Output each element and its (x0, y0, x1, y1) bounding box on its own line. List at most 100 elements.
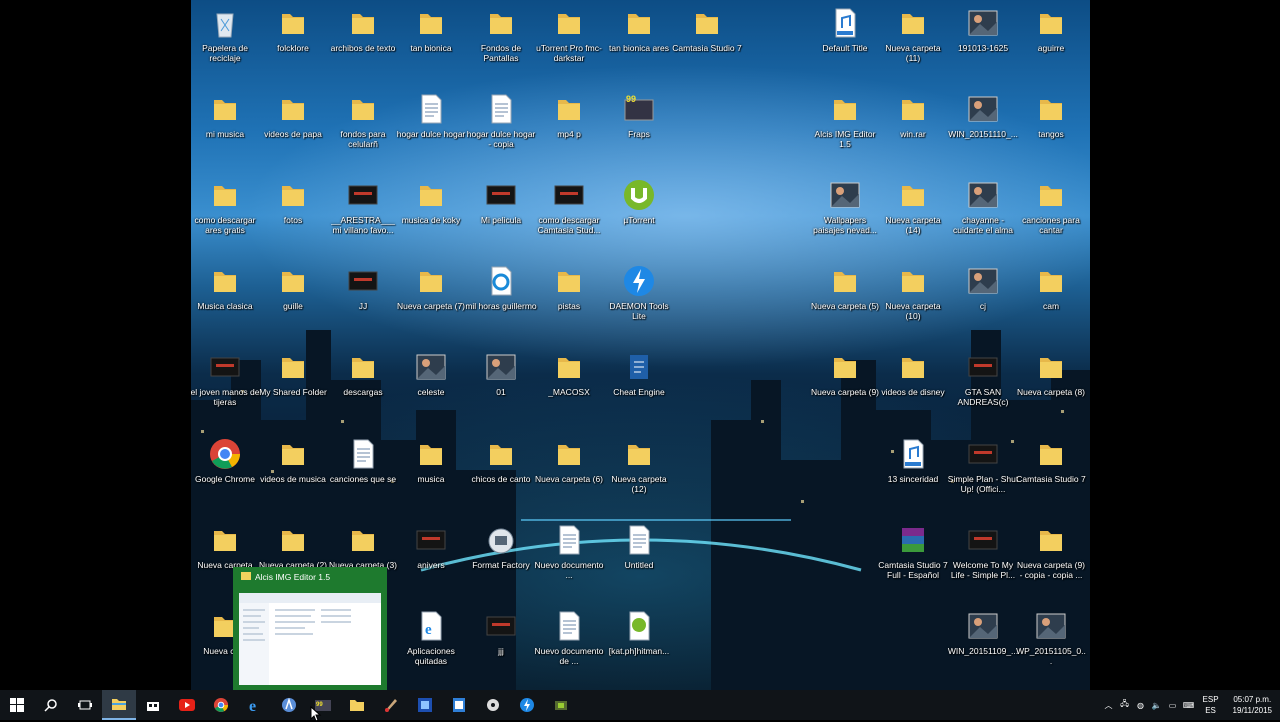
desktop-icon[interactable]: Camtasia Studio 7 Full - Español (875, 523, 951, 580)
desktop-icon[interactable]: mil horas guillermo (463, 264, 539, 311)
desktop-icon[interactable]: Nueva carpeta (8) (1013, 350, 1089, 397)
desktop-icon[interactable]: _MACOSX (531, 350, 607, 397)
globe-icon[interactable]: ◍ (1133, 690, 1149, 720)
desktop-icon[interactable]: Nuevo documento de ... (531, 609, 607, 666)
desktop-icon[interactable]: canciones para cantar (1013, 178, 1089, 235)
taskbar-edge-button[interactable]: e (238, 690, 272, 720)
desktop-icon[interactable]: Nueva carpeta (11) (875, 6, 951, 63)
taskbar-thumbnail-preview[interactable]: Alcis IMG Editor 1.5 (233, 567, 387, 691)
desktop-icon[interactable]: el joven manos de tijeras (191, 350, 263, 407)
taskbar-youtube-button[interactable] (170, 690, 204, 720)
desktop-icon[interactable]: Papelera de reciclaje (191, 6, 263, 63)
desktop-icon[interactable]: tan bionica (393, 6, 469, 53)
desktop-icon[interactable]: Untitled (601, 523, 677, 570)
desktop-icon[interactable]: Nueva carpeta (14) (875, 178, 951, 235)
desktop-icon[interactable]: Camtasia Studio 7 (1013, 437, 1089, 484)
desktop-icon[interactable]: videos de papa (255, 92, 331, 139)
desktop-icon[interactable]: guille (255, 264, 331, 311)
desktop-icon[interactable]: tan bionica ares (601, 6, 677, 53)
taskbar-daemon-tools-button[interactable] (510, 690, 544, 720)
desktop-icon[interactable]: archibos de texto (325, 6, 401, 53)
desktop-icon[interactable]: tangos (1013, 92, 1089, 139)
desktop-icon[interactable]: Cheat Engine (601, 350, 677, 397)
taskbar-chrome-button[interactable] (204, 690, 238, 720)
desktop-icon[interactable]: Mi pelicula (463, 178, 539, 225)
desktop-icon[interactable]: Nueva carpeta (6) (531, 437, 607, 484)
desktop-icon[interactable]: [kat.ph]hitman... (601, 609, 677, 656)
desktop-icon[interactable]: 13 sinceridad (875, 437, 951, 484)
desktop-icon[interactable]: Nueva carpeta (9) (807, 350, 883, 397)
clock[interactable]: 05:07 p.m. 19/11/2015 (1225, 694, 1280, 716)
desktop-icon[interactable]: Nueva carpeta (7) (393, 264, 469, 311)
desktop-icon[interactable]: 99 Fraps (601, 92, 677, 139)
desktop-icon[interactable]: WP_20151105_0... (1013, 609, 1089, 666)
desktop-icon[interactable]: musica (393, 437, 469, 484)
desktop-icon[interactable]: musica de koky (393, 178, 469, 225)
taskbar-task-view-button[interactable] (68, 690, 102, 720)
taskbar-windows-start-button[interactable] (0, 690, 34, 720)
taskbar-ares-button[interactable] (272, 690, 306, 720)
desktop-icon[interactable]: pistas (531, 264, 607, 311)
desktop-icon[interactable]: aguirre (1013, 6, 1089, 53)
action-center-icon[interactable]: ▭ (1165, 690, 1181, 720)
desktop-icon[interactable]: folcklore (255, 6, 331, 53)
desktop-icon[interactable]: Nuevo documento ... (531, 523, 607, 580)
desktop-icon[interactable]: Nueva carpeta (5) (807, 264, 883, 311)
desktop-icon[interactable]: anivers (393, 523, 469, 570)
desktop-icon[interactable]: Nueva carpeta (3) (325, 523, 401, 570)
desktop-icon[interactable]: canciones que se (325, 437, 401, 484)
desktop-icon[interactable]: Camtasia Studio 7 (669, 6, 745, 53)
desktop-icon[interactable]: fotos (255, 178, 331, 225)
desktop-icon[interactable]: mi musica (191, 92, 263, 139)
desktop-icon[interactable]: WIN_20151110_... (945, 92, 1021, 139)
desktop-icon[interactable]: WIN_20151109_... (945, 609, 1021, 656)
taskbar-file-explorer-button[interactable] (102, 690, 136, 720)
desktop-icon[interactable]: win.rar (875, 92, 951, 139)
desktop-icon[interactable]: Welcome To My Life - Simple Pl... (945, 523, 1021, 580)
desktop-icon[interactable]: hogar dulce hogar - copia (463, 92, 539, 149)
desktop-icon[interactable]: cam (1013, 264, 1089, 311)
desktop-icon[interactable]: Nueva carpeta (12) (601, 437, 677, 494)
desktop-icon[interactable]: 191013-1625 (945, 6, 1021, 53)
desktop-icon[interactable]: Wallpapers paisajes nevad... (807, 178, 883, 235)
desktop-icon[interactable]: My Shared Folder (255, 350, 331, 397)
desktop-icon[interactable]: Nueva carpeta (10) (875, 264, 951, 321)
desktop-icon[interactable]: videos de musica (255, 437, 331, 484)
desktop-icon[interactable]: como descargar Camtasia Stud... (531, 178, 607, 235)
desktop-icon[interactable]: Nueva carpeta (191, 523, 263, 570)
desktop-icon[interactable]: Google Chrome (191, 437, 263, 484)
speaker-icon[interactable]: 🔈 (1149, 690, 1165, 720)
desktop-icon[interactable]: descargas (325, 350, 401, 397)
desktop-icon[interactable]: Musica clasica (191, 264, 263, 311)
desktop-icon[interactable]: videos de disney (875, 350, 951, 397)
taskbar-settings-button[interactable] (476, 690, 510, 720)
desktop-icon[interactable]: GTA SAN ANDREAS(c) (945, 350, 1021, 407)
desktop-icon[interactable]: jjj (463, 609, 539, 656)
desktop-icon[interactable]: chayanne - cuidarte el alma (945, 178, 1021, 235)
desktop-icon[interactable]: Format Factory (463, 523, 539, 570)
desktop-icon[interactable]: Alcis IMG Editor 1.5 (807, 92, 883, 149)
desktop-icon[interactable]: Nueva carpeta (9) - copia - copia ... (1013, 523, 1089, 580)
desktop-icon[interactable]: e Aplicaciones quitadas (393, 609, 469, 666)
desktop-icon[interactable]: Nueva carpeta (2) (255, 523, 331, 570)
taskbar-paint-button[interactable] (374, 690, 408, 720)
desktop-icon[interactable]: 01 (463, 350, 539, 397)
network-icon[interactable]: 🖧 (1117, 690, 1133, 720)
desktop-icon[interactable]: Default Title (807, 6, 883, 53)
taskbar-search-button[interactable] (34, 690, 68, 720)
desktop-icon[interactable]: JJ (325, 264, 401, 311)
desktop-icon[interactable]: Fondos de Pantallas (463, 6, 539, 63)
desktop-icon[interactable]: celeste (393, 350, 469, 397)
desktop-icon[interactable]: hogar dulce hogar (393, 92, 469, 139)
taskbar-notepad-button[interactable] (442, 690, 476, 720)
taskbar-image-editor-button[interactable] (408, 690, 442, 720)
desktop-icon[interactable]: µTorrent (601, 178, 677, 225)
desktop-icon[interactable]: uTorrent Pro fmc-darkstar (531, 6, 607, 63)
input-language[interactable]: ESP ES (1197, 694, 1225, 716)
desktop-icon[interactable]: __ARESTRA___ mi villano favo... (325, 178, 401, 235)
desktop-icon[interactable]: DAEMON Tools Lite (601, 264, 677, 321)
desktop-icon[interactable]: como descargar ares gratis (191, 178, 263, 235)
desktop-icon[interactable]: chicos de canto (463, 437, 539, 484)
desktop-icon[interactable]: Simple Plan - Shut Up! (Offici... (945, 437, 1021, 494)
chevron-up-icon[interactable]: ︿ (1101, 690, 1117, 720)
